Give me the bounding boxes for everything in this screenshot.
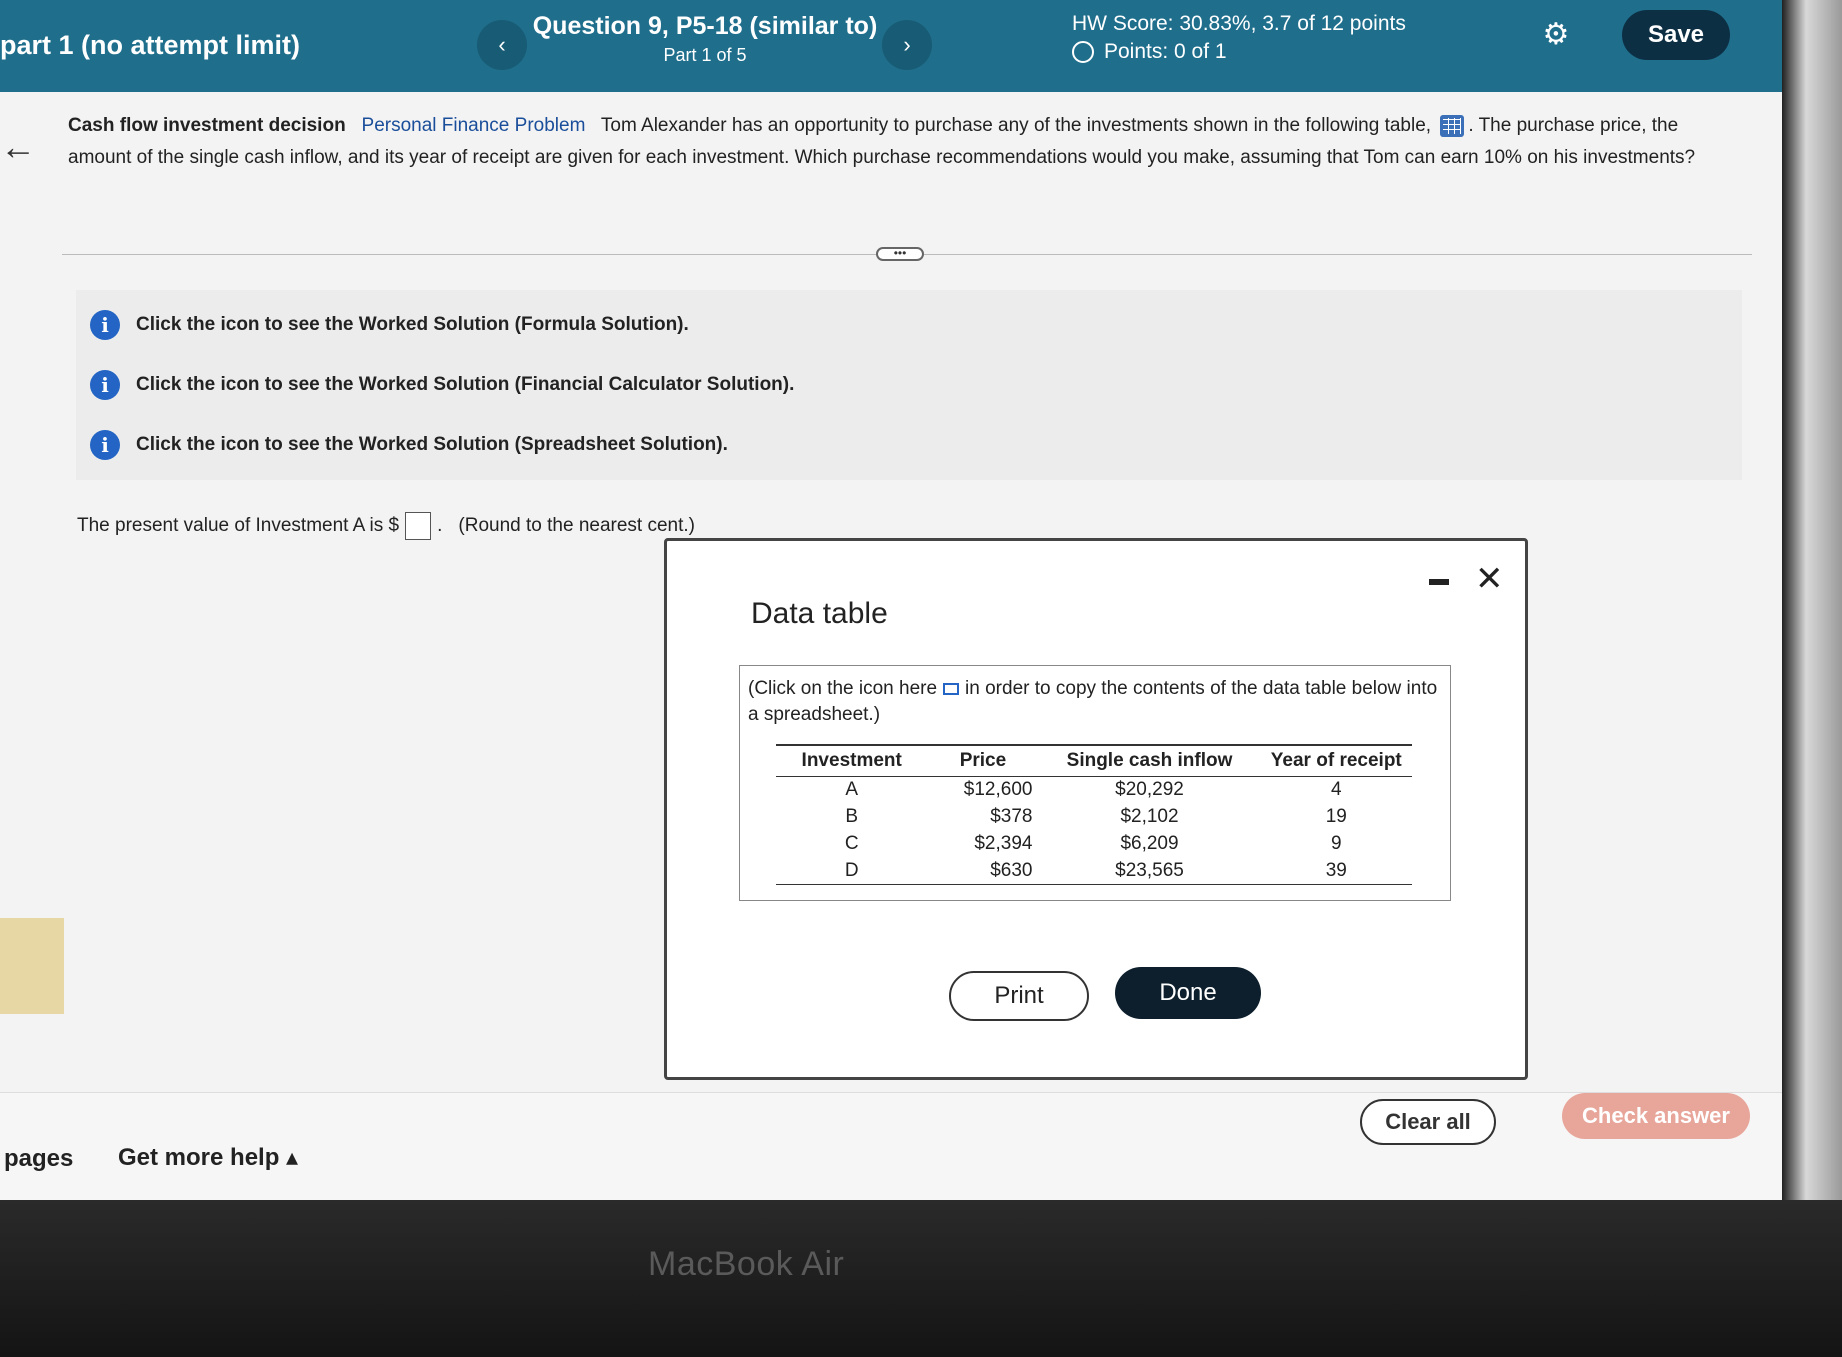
settings-gear-icon[interactable]: ⚙: [1538, 16, 1574, 52]
hw-score: HW Score: 30.83%, 3.7 of 12 points: [1072, 12, 1406, 35]
column-header: Price: [927, 744, 1039, 777]
question-title: Question 9, P5-18 (similar to): [532, 12, 878, 40]
save-button[interactable]: Save: [1622, 10, 1730, 60]
table-header-row: Investment Price Single cash inflow Year…: [776, 744, 1412, 777]
pages-link[interactable]: pages: [4, 1145, 73, 1173]
assignment-title: part 1 (no attempt limit): [0, 30, 301, 60]
side-tab[interactable]: [0, 918, 64, 1014]
year-cell: 4: [1330, 779, 1342, 801]
worked-solution-label: Click the icon to see the Worked Solutio…: [136, 374, 795, 395]
expand-collapse-button[interactable]: •••: [876, 247, 924, 261]
worked-solution-label: Click the icon to see the Worked Solutio…: [136, 314, 689, 335]
data-table-modal: Data table ✕ (Click on the icon here in o…: [664, 538, 1528, 1080]
info-icon[interactable]: i: [90, 310, 120, 340]
investment-table: Investment Price Single cash inflow Year…: [776, 744, 1412, 885]
points-status: Points: 0 of 1: [1072, 40, 1227, 64]
laptop-edge: [1782, 0, 1842, 1200]
screen: part 1 (no attempt limit) ‹ Question 9, …: [0, 0, 1782, 1200]
investment-cell: C: [844, 833, 859, 854]
info-icon[interactable]: i: [90, 370, 120, 400]
inflow-cell: $2,102: [1120, 806, 1179, 827]
inflow-cell: $6,209: [1120, 833, 1179, 854]
copy-note: (Click on the icon here in order to copy …: [748, 676, 1438, 728]
points-label: Points: 0 of 1: [1104, 40, 1227, 63]
present-value-input[interactable]: [405, 512, 432, 540]
table-row: A $12,600 $20,292 4: [776, 777, 1412, 804]
inflow-cell: $20,292: [1115, 779, 1184, 801]
present-value-question: The present value of Investment A is $ .…: [77, 512, 695, 540]
year-cell: 19: [1325, 806, 1347, 827]
price-cell: $12,600: [963, 779, 1033, 801]
column-header: Single cash inflow: [1038, 744, 1261, 777]
year-cell: 9: [1330, 833, 1342, 854]
bottom-bar: pages Get more help ▴ Clear all Check an…: [0, 1092, 1782, 1200]
print-button[interactable]: Print: [949, 971, 1089, 1021]
investment-cell: D: [776, 857, 928, 885]
investment-cell: A: [845, 779, 859, 801]
data-table-icon[interactable]: [1440, 114, 1465, 137]
check-answer-button[interactable]: Check answer: [1562, 1093, 1750, 1139]
rounding-hint: (Round to the nearest cent.): [458, 515, 696, 536]
copy-note-before: (Click on the icon here: [748, 678, 938, 699]
minimize-icon[interactable]: [1429, 579, 1449, 585]
price-cell: $378: [990, 806, 1033, 827]
investment-cell: B: [845, 806, 859, 827]
data-table-container: (Click on the icon here in order to copy …: [739, 665, 1451, 901]
year-cell: 39: [1260, 857, 1412, 885]
worked-solutions-panel: i Click the icon to see the Worked Solut…: [76, 290, 1742, 480]
problem-title: Cash flow investment decision: [68, 115, 346, 136]
get-more-help-button[interactable]: Get more help ▴: [118, 1143, 298, 1172]
table-row: D $630 $23,565 39: [776, 857, 1412, 885]
done-button[interactable]: Done: [1115, 967, 1261, 1019]
present-value-prefix: The present value of Investment A is $: [77, 515, 400, 536]
modal-title: Data table: [751, 597, 888, 630]
worked-solution-label: Click the icon to see the Worked Solutio…: [136, 434, 728, 455]
present-value-suffix: .: [437, 515, 443, 536]
top-bar: part 1 (no attempt limit) ‹ Question 9, …: [0, 0, 1782, 92]
next-question-button[interactable]: ›: [882, 20, 932, 70]
table-row: B $378 $2,102 19: [776, 804, 1412, 831]
chevron-right-icon: ›: [903, 32, 911, 57]
problem-category: Personal Finance Problem: [361, 115, 586, 136]
worked-solution-calculator[interactable]: i Click the icon to see the Worked Solut…: [90, 370, 794, 400]
copy-to-spreadsheet-icon[interactable]: [943, 682, 960, 695]
column-header: Investment: [776, 744, 928, 777]
clear-all-button[interactable]: Clear all: [1360, 1099, 1496, 1145]
price-cell: $630: [927, 857, 1039, 885]
column-header: Year of receipt: [1260, 744, 1412, 777]
worked-solution-spreadsheet[interactable]: i Click the icon to see the Worked Solut…: [90, 430, 728, 460]
close-icon[interactable]: ✕: [1475, 559, 1504, 599]
info-icon[interactable]: i: [90, 430, 120, 460]
back-arrow-icon[interactable]: ←: [0, 126, 36, 168]
worked-solution-formula[interactable]: i Click the icon to see the Worked Solut…: [90, 310, 689, 340]
laptop-bezel: [0, 1200, 1842, 1357]
price-cell: $2,394: [974, 833, 1033, 854]
device-label: MacBook Air: [648, 1245, 845, 1283]
question-part: Part 1 of 5: [663, 45, 747, 65]
table-row: C $2,394 $6,209 9: [776, 831, 1412, 858]
inflow-cell: $23,565: [1038, 857, 1261, 885]
incomplete-circle-icon: [1072, 41, 1094, 63]
problem-text-1: Tom Alexander has an opportunity to purc…: [600, 115, 1432, 136]
problem-statement: Cash flow investment decision Personal F…: [68, 110, 1718, 174]
